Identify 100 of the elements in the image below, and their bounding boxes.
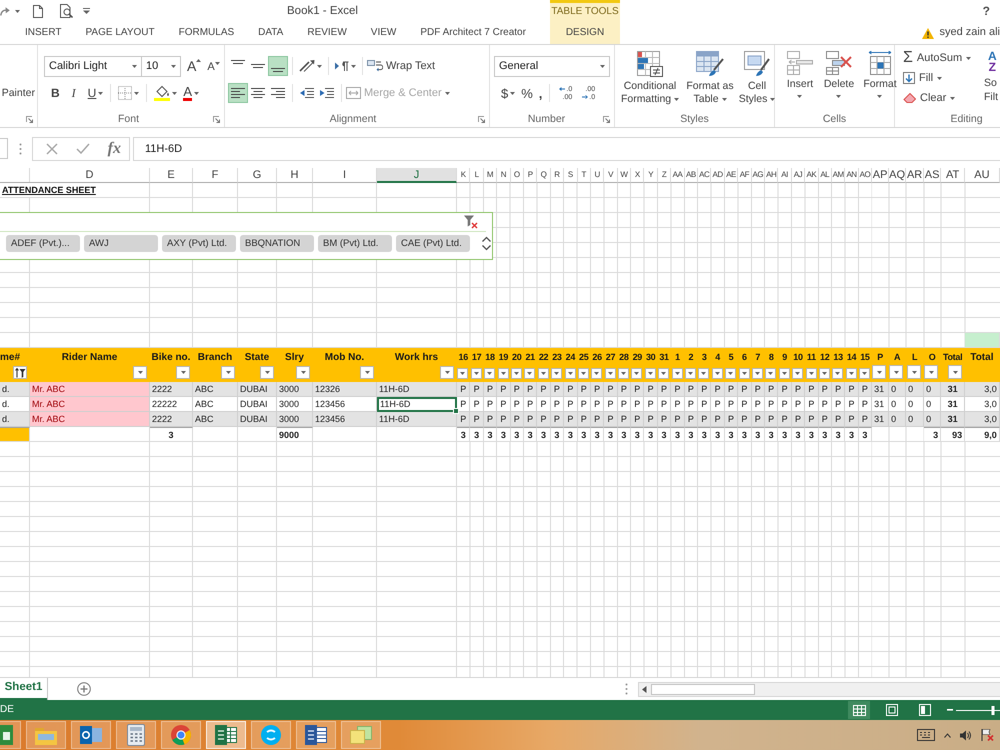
fill-handle[interactable] [453,408,459,414]
filter-button[interactable] [792,368,804,379]
filter-button[interactable] [498,368,509,379]
filter-button[interactable] [907,365,922,379]
wrap-text-button[interactable]: Wrap Text [367,56,436,76]
filter-button[interactable] [631,368,642,379]
filter-button[interactable] [889,365,904,379]
insert-cells-button[interactable]: Insert [782,51,818,98]
column-header[interactable]: O [510,168,524,183]
fill-button[interactable]: Fill [903,68,972,88]
filter-button[interactable] [176,366,190,379]
filter-button[interactable] [806,368,817,379]
scroll-down-icon[interactable] [482,245,491,251]
filter-button[interactable] [618,368,630,379]
conditional-formatting-button[interactable]: Conditional Formatting [618,51,682,106]
dialog-launcher-icon[interactable] [26,116,33,122]
scroll-left-icon[interactable] [642,686,647,692]
dialog-launcher-icon[interactable] [603,116,610,122]
help-button[interactable]: ? [982,0,990,22]
delete-cells-button[interactable]: Delete [820,51,858,98]
ribbon-tab[interactable]: VIEW [358,22,408,44]
taskbar-button[interactable] [161,721,201,749]
bold-button[interactable]: B [48,83,63,103]
percent-button[interactable]: % [518,83,536,103]
column-header[interactable]: AS [924,168,942,183]
column-header[interactable]: AR [906,168,924,183]
filter-button[interactable] [765,368,776,379]
slicer-item[interactable]: CAE (Pvt) Ltd. [396,235,470,252]
clear-filter-icon[interactable] [464,215,478,229]
filter-button[interactable] [604,368,616,379]
column-header[interactable]: J [377,168,457,183]
ribbon-tab[interactable]: FORMULAS [166,22,246,44]
column-header[interactable]: AT [941,168,966,183]
filter-button[interactable] [538,368,549,379]
filter-button[interactable] [644,368,656,379]
filter-button[interactable] [296,366,310,379]
filter-button[interactable] [564,368,576,379]
filter-button[interactable] [510,368,522,379]
flag-icon[interactable] [981,729,994,741]
filter-button[interactable] [872,365,886,379]
add-sheet-icon[interactable] [77,682,91,696]
sort-filter-button[interactable]: A Z So Filt [984,48,1000,108]
column-header[interactable]: AO [858,168,872,183]
filter-button[interactable] [859,368,870,379]
autosum-button[interactable]: Σ AutoSum [903,48,972,68]
filter-button[interactable] [591,368,602,379]
new-document-icon[interactable] [33,4,43,18]
chevron-up-icon[interactable] [944,732,951,738]
column-header[interactable]: AK [805,168,819,183]
filter-button[interactable] [260,366,274,379]
slicer-item[interactable]: AWJ [84,235,158,252]
align-left-button[interactable] [228,83,248,103]
filter-button[interactable] [360,366,374,379]
format-as-table-button[interactable]: Format as Table [684,51,736,106]
filter-button[interactable] [221,366,235,379]
dialog-launcher-icon[interactable] [478,116,485,122]
slicer-item[interactable]: ADEF (Pvt.)... [6,235,80,252]
filter-button[interactable] [672,368,683,379]
column-header[interactable]: AJ [792,168,806,183]
column-header[interactable]: AH [764,168,778,183]
filter-button[interactable] [738,368,750,379]
underline-button[interactable]: U [84,83,106,103]
column-header[interactable]: T [578,168,591,183]
scrollbar-thumb[interactable] [651,684,755,694]
slicer-item[interactable]: AXY (Pvt) Ltd. [162,235,236,252]
format-cells-button[interactable]: Format [860,51,900,98]
filter-button[interactable] [133,366,147,379]
taskbar-button[interactable] [71,721,111,749]
filter-button[interactable] [524,368,536,379]
filter-button[interactable] [551,368,562,379]
column-header[interactable]: AU [965,168,1000,183]
taskbar-button[interactable] [206,721,246,749]
column-header[interactable]: AG [752,168,765,183]
taskbar-button[interactable] [296,721,336,749]
splitter-grip-icon[interactable] [625,683,628,695]
splitter-grip-icon[interactable] [19,142,22,154]
filter-button[interactable] [484,368,496,379]
column-header[interactable]: AM [832,168,846,183]
ribbon-tab[interactable]: REVIEW [295,22,359,44]
taskbar-button[interactable] [0,721,21,749]
customize-toolbar-icon[interactable] [83,8,90,14]
normal-view-button[interactable] [848,701,870,719]
speaker-icon[interactable] [960,730,972,740]
horizontal-scrollbar[interactable] [638,682,1000,696]
print-preview-icon[interactable] [60,4,73,18]
ribbon-tab[interactable]: PDF Architect 7 Creator [408,22,538,44]
filter-button[interactable] [470,368,482,379]
slicer-item[interactable]: BBQNATION [240,235,314,252]
slicer-item[interactable]: BM (Pvt) Ltd. [318,235,392,252]
comma-style-button[interactable]: , [536,83,546,103]
grow-font-button[interactable]: A [187,56,202,76]
account-name[interactable]: syed zain ali [939,26,1000,40]
ribbon-tab[interactable]: PAGE LAYOUT [74,22,167,44]
filter-button[interactable] [948,365,962,379]
filter-button[interactable] [457,368,468,379]
filter-button[interactable] [440,366,454,379]
format-painter-button[interactable]: Painter [2,88,35,98]
column-header[interactable]: AP [872,168,890,183]
dialog-launcher-icon[interactable] [213,116,220,122]
font-name-dropdown[interactable]: Calibri Light [44,56,142,76]
